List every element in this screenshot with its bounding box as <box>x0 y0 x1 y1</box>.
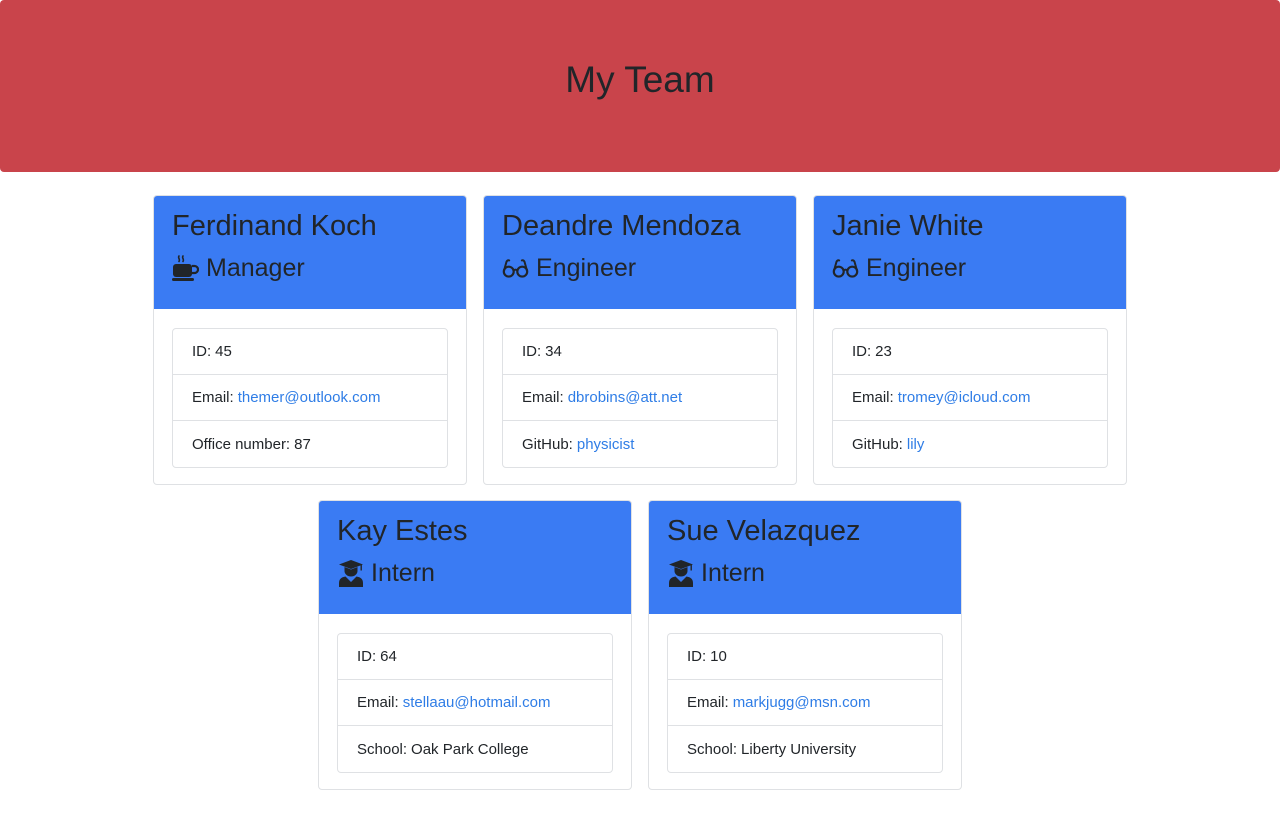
page-title: My Team <box>565 59 715 100</box>
graduate-icon <box>337 559 364 587</box>
role-label: Intern <box>701 559 765 587</box>
id-row: ID: 34 <box>503 329 777 375</box>
school-label: School: <box>357 740 408 758</box>
email-label: Email: <box>687 694 729 711</box>
employee-card: Kay Estes Intern ID: 64 Email: stellaau@… <box>318 500 632 790</box>
school-value: Oak Park College <box>411 740 529 758</box>
email-link[interactable]: dbrobins@att.net <box>568 389 682 406</box>
github-link[interactable]: physicist <box>577 436 635 453</box>
employee-card: Janie White Engineer ID: 23 Email: trome… <box>813 195 1127 485</box>
email-link[interactable]: tromey@icloud.com <box>898 389 1031 406</box>
role-label: Engineer <box>536 254 637 282</box>
employee-card: Sue Velazquez Intern ID: 10 Email: markj… <box>648 500 962 790</box>
employee-name: Kay Estes <box>337 515 468 547</box>
employee-role: Engineer <box>832 253 1108 283</box>
email-row: Email: dbrobins@att.net <box>503 375 777 421</box>
employee-name: Janie White <box>832 210 984 242</box>
id-row: ID: 64 <box>338 634 612 680</box>
card-body: ID: 34 Email: dbrobins@att.net GitHub: p… <box>484 309 796 468</box>
github-row: GitHub: lily <box>833 421 1107 467</box>
email-row: Email: tromey@icloud.com <box>833 375 1107 421</box>
github-row: GitHub: physicist <box>503 421 777 467</box>
card-body: ID: 45 Email: themer@outlook.com Office … <box>154 309 466 468</box>
id-label: ID: <box>192 343 212 360</box>
id-value: 34 <box>545 343 562 360</box>
id-value: 45 <box>215 343 232 360</box>
card-header: Janie White Engineer <box>814 196 1126 309</box>
employee-details: ID: 23 Email: tromey@icloud.com GitHub: … <box>832 328 1108 468</box>
email-link[interactable]: markjugg@msn.com <box>733 694 871 711</box>
employee-details: ID: 10 Email: markjugg@msn.com School: L… <box>667 633 943 773</box>
employee-role: Intern <box>337 558 613 588</box>
glasses-icon <box>502 255 529 282</box>
email-link[interactable]: themer@outlook.com <box>238 389 381 406</box>
graduate-icon <box>667 559 694 587</box>
card-header: Kay Estes Intern <box>319 501 631 614</box>
github-link[interactable]: lily <box>907 436 925 453</box>
id-value: 64 <box>380 648 397 665</box>
employee-name: Deandre Mendoza <box>502 210 741 242</box>
employee-details: ID: 45 Email: themer@outlook.com Office … <box>172 328 448 468</box>
github-label: GitHub: <box>852 435 903 453</box>
office-number-value: 87 <box>294 435 311 453</box>
email-row: Email: markjugg@msn.com <box>668 680 942 726</box>
school-row: School: Oak Park College <box>338 726 612 772</box>
role-label: Intern <box>371 559 435 587</box>
mug-icon <box>172 254 199 282</box>
card-header: Deandre Mendoza Engineer <box>484 196 796 309</box>
employee-name: Sue Velazquez <box>667 515 861 547</box>
id-label: ID: <box>357 648 377 665</box>
id-row: ID: 23 <box>833 329 1107 375</box>
employee-card: Ferdinand Koch Manager ID: 45 Email: the… <box>153 195 467 485</box>
email-label: Email: <box>357 694 399 711</box>
employee-details: ID: 34 Email: dbrobins@att.net GitHub: p… <box>502 328 778 468</box>
card-body: ID: 10 Email: markjugg@msn.com School: L… <box>649 614 961 773</box>
email-label: Email: <box>192 389 234 406</box>
email-link[interactable]: stellaau@hotmail.com <box>403 694 551 711</box>
office-number-label: Office number: <box>192 435 291 453</box>
id-value: 10 <box>710 648 727 665</box>
school-label: School: <box>687 740 738 758</box>
email-label: Email: <box>852 389 894 406</box>
role-label: Manager <box>206 254 305 282</box>
id-row: ID: 45 <box>173 329 447 375</box>
employee-card: Deandre Mendoza Engineer ID: 34 Email: d… <box>483 195 797 485</box>
email-row: Email: themer@outlook.com <box>173 375 447 421</box>
employee-role: Manager <box>172 253 448 283</box>
employee-name: Ferdinand Koch <box>172 210 377 242</box>
id-label: ID: <box>687 648 707 665</box>
employee-role: Intern <box>667 558 943 588</box>
page-header: My Team <box>0 0 1280 172</box>
card-body: ID: 23 Email: tromey@icloud.com GitHub: … <box>814 309 1126 468</box>
id-row: ID: 10 <box>668 634 942 680</box>
id-value: 23 <box>875 343 892 360</box>
email-label: Email: <box>522 389 564 406</box>
id-label: ID: <box>852 343 872 360</box>
id-label: ID: <box>522 343 542 360</box>
employee-role: Engineer <box>502 253 778 283</box>
role-label: Engineer <box>866 254 967 282</box>
card-header: Ferdinand Koch Manager <box>154 196 466 309</box>
school-row: School: Liberty University <box>668 726 942 772</box>
email-row: Email: stellaau@hotmail.com <box>338 680 612 726</box>
card-header: Sue Velazquez Intern <box>649 501 961 614</box>
glasses-icon <box>832 255 859 282</box>
school-value: Liberty University <box>741 740 857 758</box>
github-label: GitHub: <box>522 435 573 453</box>
employee-details: ID: 64 Email: stellaau@hotmail.com Schoo… <box>337 633 613 773</box>
office-number-row: Office number: 87 <box>173 421 447 467</box>
card-body: ID: 64 Email: stellaau@hotmail.com Schoo… <box>319 614 631 773</box>
